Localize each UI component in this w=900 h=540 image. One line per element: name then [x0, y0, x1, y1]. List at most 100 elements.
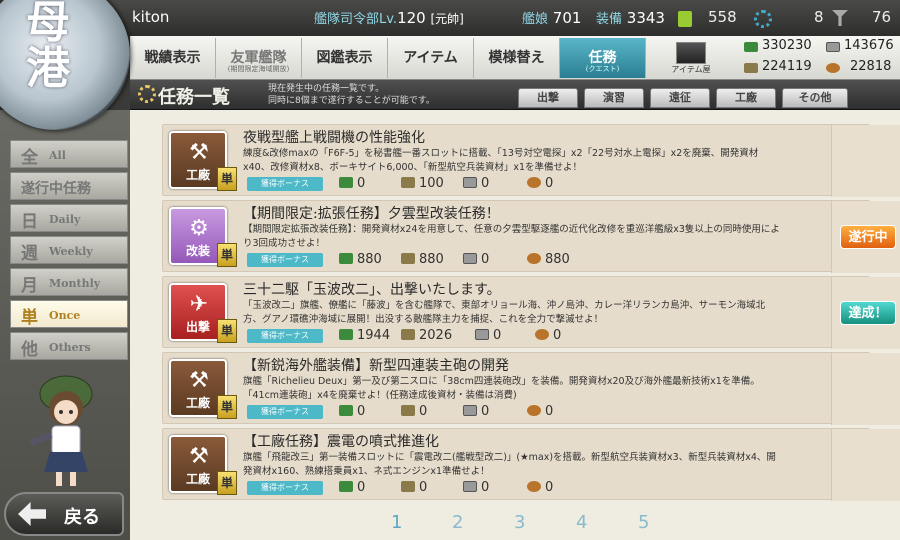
reward-fuel: 1944 — [339, 328, 390, 343]
fuel-icon — [339, 481, 353, 492]
page-title: 任務一覧 — [158, 87, 230, 108]
quest-title: 【工廠任務】震電の噴式推進化 — [243, 434, 439, 450]
quest-description: 旗艦「飛龍改三」第一装備スロットに「震電改二(艦戦型改二)」(★max)を搭載。… — [243, 452, 776, 477]
fuel-icon — [339, 253, 353, 264]
steel-icon — [463, 253, 477, 264]
fuel-icon — [339, 329, 353, 340]
reward-ammo: 2026 — [401, 328, 452, 343]
tab-sortie[interactable]: 出撃 — [518, 88, 578, 108]
nav-album[interactable]: 図鑑表示 — [302, 38, 388, 78]
category-monthly[interactable]: 月 Monthly — [10, 268, 128, 296]
reward-fuel: 0 — [339, 176, 365, 191]
quest-description: 練度&改修maxの「F6F-5」を秘書艦一番スロットに搭載、「13号対空電探」x… — [243, 148, 759, 173]
fuel-value: 330230 — [762, 38, 812, 53]
reward-fuel: 0 — [339, 480, 365, 495]
steel-icon — [463, 405, 477, 416]
category-daily[interactable]: 日 Daily — [10, 204, 128, 232]
equip-count: 装備 3343 — [596, 9, 665, 27]
once-badge: 単 — [217, 471, 237, 495]
category-weekly[interactable]: 週 Weekly — [10, 236, 128, 264]
steel-icon — [463, 177, 477, 188]
tab-exercise[interactable]: 演習 — [584, 88, 644, 108]
nav-quest[interactable]: 任務 (クエスト) — [560, 38, 646, 78]
quest-title: 【新鋭海外艦装備】新型四連装主砲の開発 — [243, 358, 509, 374]
quest-status-cell: 遂行中 — [831, 201, 900, 273]
dev-material-icon — [754, 10, 772, 28]
page-1[interactable]: 1 — [391, 512, 402, 533]
reward-ammo: 0 — [401, 480, 427, 495]
bauxite-icon — [527, 177, 541, 188]
ammo-icon — [401, 253, 415, 264]
reward-ammo: 100 — [401, 176, 444, 191]
nav-furniture[interactable]: 模様替え — [474, 38, 560, 78]
fuel-icon — [339, 405, 353, 416]
once-badge: 単 — [217, 167, 237, 191]
reward-steel: 0 — [463, 404, 489, 419]
page-5[interactable]: 5 — [638, 512, 649, 533]
reward-ammo: 0 — [401, 404, 427, 419]
reward-steel: 0 — [463, 480, 489, 495]
quest-row[interactable]: ⚒ 工廠 単 【工廠任務】震電の噴式推進化 旗艦「飛龍改三」第一装備スロットに「震… — [162, 428, 900, 501]
ammo-value: 224119 — [762, 59, 812, 74]
quest-row[interactable]: ⚒ 工廠 単 【新鋭海外艦装備】新型四連装主砲の開発 旗艦「Richelieu D… — [162, 352, 900, 425]
ammo-icon — [401, 177, 415, 188]
once-badge: 単 — [217, 243, 237, 267]
reward-fuel: 880 — [339, 252, 382, 267]
quest-status-cell — [831, 429, 900, 501]
category-in-progress[interactable]: 遂行中任務 — [10, 172, 128, 200]
bonus-label: 獲得ボーナス — [247, 481, 323, 495]
bauxite-icon — [527, 481, 541, 492]
fuel-icon — [339, 177, 353, 188]
reward-ammo: 880 — [401, 252, 444, 267]
bucket-icon — [678, 11, 692, 27]
steel-icon — [475, 329, 489, 340]
tab-other[interactable]: その他 — [782, 88, 848, 108]
nav-item[interactable]: アイテム — [388, 38, 474, 78]
page-4[interactable]: 4 — [576, 512, 587, 533]
reward-bauxite: 880 — [527, 252, 570, 267]
quest-note: 現在発生中の任務一覧です。 同時に8個まで遂行することが可能です。 — [268, 84, 435, 106]
quest-row[interactable]: ⚙ 改装 単 【期間限定:拡張任務】夕雲型改装任務！ 【期間限定拡張改装任務】：開… — [162, 200, 900, 273]
bauxite-icon — [826, 63, 840, 73]
reward-bauxite: 0 — [527, 480, 553, 495]
quest-status-cell — [831, 353, 900, 425]
ammo-icon — [744, 63, 758, 73]
bauxite-icon — [527, 405, 541, 416]
player-name: kiton — [132, 8, 170, 26]
steel-icon — [463, 481, 477, 492]
bonus-label: 獲得ボーナス — [247, 405, 323, 419]
arrow-left-icon — [18, 502, 46, 526]
quest-title: 三十二駆「玉波改二」、出撃いたします。 — [243, 282, 501, 298]
ship-count: 艦娘 701 — [522, 9, 582, 27]
bonus-label: 獲得ボーナス — [247, 253, 323, 267]
nav-item-shop[interactable]: アイテム屋 — [646, 38, 736, 78]
quest-description: 【期間限定拡張改装任務】：開発資材x24を用意して、任意の夕雲型駆逐艦の近代化改… — [243, 224, 780, 249]
quest-row[interactable]: ✈ 出撃 単 三十二駆「玉波改二」、出撃いたします。 「玉波改二」旗艦、僚艦に「藤… — [162, 276, 900, 349]
category-others[interactable]: 他 Others — [10, 332, 128, 360]
reward-steel: 0 — [463, 252, 489, 267]
nav-friend-fleet[interactable]: 友軍艦隊 (期間限定海域開放) — [216, 38, 302, 78]
completed-badge[interactable]: 達成！ — [840, 301, 896, 325]
shop-icon — [676, 42, 706, 64]
page-2[interactable]: 2 — [452, 512, 463, 533]
tab-arsenal[interactable]: 工廠 — [716, 88, 776, 108]
in-progress-badge: 遂行中 — [840, 225, 896, 249]
ammo-icon — [401, 329, 415, 340]
steel-value: 143676 — [844, 38, 894, 53]
bauxite-icon — [535, 329, 549, 340]
screw-icon — [832, 10, 848, 26]
page-3[interactable]: 3 — [514, 512, 525, 533]
reward-fuel: 0 — [339, 404, 365, 419]
category-once[interactable]: 単 Once — [10, 300, 128, 328]
reward-steel: 0 — [463, 176, 489, 191]
reward-bauxite: 0 — [535, 328, 561, 343]
nav-record[interactable]: 戦績表示 — [130, 38, 216, 78]
quest-row[interactable]: ⚒ 工廠 単 夜戦型艦上戦闘機の性能強化 練度&改修maxの「F6F-5」を秘書艦… — [162, 124, 900, 197]
category-all[interactable]: 全 All — [10, 140, 128, 168]
reward-bauxite: 0 — [527, 404, 553, 419]
tab-expedition[interactable]: 遠征 — [650, 88, 710, 108]
fuel-icon — [744, 42, 758, 52]
bonus-label: 獲得ボーナス — [247, 177, 323, 191]
back-button[interactable]: 戻る — [4, 492, 124, 536]
gear-icon — [138, 85, 156, 103]
